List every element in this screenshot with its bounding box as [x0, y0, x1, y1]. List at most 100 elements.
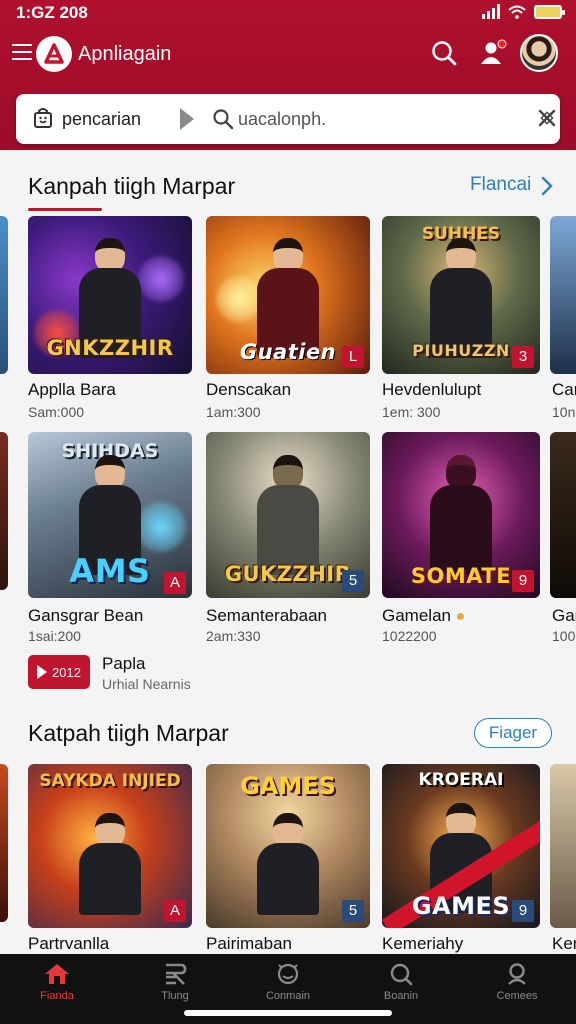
nav-label: Boanin: [383, 990, 419, 1002]
game-thumbnail: SAYKDA INJIED A: [28, 764, 192, 928]
nav-label: Cemees: [496, 990, 538, 1002]
app-title: Apnliagain: [78, 43, 172, 65]
rating-badge: 9: [512, 900, 534, 922]
ranking-icon: [166, 963, 187, 985]
game-title: Kemeriahy: [382, 934, 464, 953]
rating-badge: 5: [342, 570, 364, 592]
game-title: Pairimaban: [206, 934, 292, 953]
app-bar: Apnliagain: [0, 30, 576, 78]
game-title: Semanterabaan: [206, 606, 327, 625]
game-title: Applla Bara: [28, 380, 116, 399]
game-title: Gar: [552, 606, 576, 625]
game-card[interactable]: Guatien L Denscakan 1am:300: [206, 216, 370, 426]
play-icon: [37, 665, 47, 679]
partial-card-right[interactable]: [550, 216, 576, 374]
promo-title: Papla: [102, 654, 146, 673]
chevron-right-icon[interactable]: [540, 176, 554, 196]
partial-card-left[interactable]: [0, 216, 8, 374]
status-time: 1:GZ 208: [16, 3, 88, 22]
search-category[interactable]: pencarian: [62, 109, 141, 130]
game-meta: 1sai:200: [28, 628, 81, 644]
shopping-bag-icon: [34, 108, 52, 128]
search-icon: [213, 109, 234, 130]
nav-label: Tlung: [161, 990, 189, 1002]
search-bar[interactable]: pencarian: [16, 94, 560, 144]
app-logo: [36, 36, 72, 72]
game-title: Partrvanlla: [28, 934, 110, 953]
game-meta: 100: [552, 628, 576, 644]
game-card[interactable]: SHIHDAS AMS A Gansgrar Bean 1sai:200: [28, 432, 192, 644]
promo-item[interactable]: 2012 Papla Urhial Nearnis: [28, 654, 228, 694]
game-thumbnail: GUKZZHIR 5: [206, 432, 370, 598]
community-icon: [277, 963, 299, 985]
game-title: Gansgrar Bean: [28, 606, 144, 625]
game-thumbnail: SOMATE 9: [382, 432, 540, 598]
game-title: Denscakan: [206, 380, 292, 399]
nav-label: Fianda: [40, 990, 74, 1002]
status-bar: 1:GZ 208: [0, 0, 576, 26]
game-meta: 1em: 300: [382, 404, 441, 420]
game-card[interactable]: GAMES 5 Pairimaban: [206, 764, 370, 954]
new-dot-icon: [456, 613, 464, 621]
logo-mark-icon: [44, 43, 64, 64]
app-header: 1:GZ 208 Apnliagain pencarian uacalonph.: [0, 0, 576, 150]
game-thumbnail: GAMES 5: [206, 764, 370, 928]
game-title: Car: [552, 380, 576, 399]
game-title-text: Gamelan: [382, 606, 451, 625]
home-icon: [45, 964, 69, 984]
game-thumbnail: Guatien L: [206, 216, 370, 374]
nav-label: Conmain: [265, 990, 311, 1002]
partial-card-right[interactable]: [550, 432, 576, 598]
user-alert-icon[interactable]: [478, 38, 508, 68]
rating-badge: A: [164, 572, 186, 594]
nav-item-home[interactable]: Fianda: [12, 962, 102, 1010]
rating-badge: L: [342, 346, 364, 368]
game-meta: 1022200: [382, 628, 437, 644]
signal-icon: [482, 4, 500, 19]
games-icon: [508, 963, 526, 985]
clear-icon[interactable]: [536, 107, 558, 129]
play-button[interactable]: 2012: [28, 655, 90, 689]
game-title: Gamelan: [382, 606, 464, 626]
game-card[interactable]: GUKZZHIR 5 Semanterabaan 2am:330: [206, 432, 370, 644]
game-meta: Sam:000: [28, 404, 85, 420]
nav-item-ranking[interactable]: Tlung: [130, 962, 220, 1010]
search-icon: [390, 963, 413, 986]
game-thumbnail: SHIHDAS AMS A: [28, 432, 192, 598]
game-title: Hevdenlulupt: [382, 380, 482, 399]
game-card[interactable]: SUHHES PIUHUZZN 3 Hevdenlulupt 1em: 300: [382, 216, 546, 426]
game-logo-top: KROERAI: [418, 770, 504, 790]
game-logo-top: GAMES: [240, 772, 336, 800]
promo-subtitle: Urhial Nearnis: [102, 676, 191, 692]
game-thumbnail: SUHHES PIUHUZZN 3: [382, 216, 540, 374]
title-underline: [28, 208, 102, 211]
see-more-button[interactable]: Fiager: [474, 718, 552, 748]
play-button-label: 2012: [52, 665, 81, 680]
game-card[interactable]: SOMATE 9 Gamelan 1022200: [382, 432, 546, 644]
search-icon[interactable]: [430, 39, 458, 67]
partial-card-left[interactable]: [0, 764, 8, 922]
nav-item-games[interactable]: Cemees: [472, 962, 562, 1010]
see-more-link[interactable]: Flancai: [470, 174, 531, 196]
menu-icon[interactable]: [12, 44, 32, 62]
game-logo: GNKZZHIR: [46, 336, 174, 360]
home-indicator: [184, 1010, 392, 1016]
nav-item-search[interactable]: Boanin: [356, 962, 446, 1010]
game-card[interactable]: GNKZZHIR Applla Bara Sam:000: [28, 216, 192, 426]
game-card[interactable]: SAYKDA INJIED A Partrvanlla: [28, 764, 192, 954]
nav-item-community[interactable]: Conmain: [243, 962, 333, 1010]
game-meta: 10n: [552, 404, 576, 420]
game-card[interactable]: KROERAI GAMES 9 Kemeriahy: [382, 764, 546, 954]
rating-badge: A: [164, 900, 186, 922]
partial-card-right[interactable]: [550, 764, 576, 928]
search-input[interactable]: [238, 107, 508, 131]
category-arrow-icon[interactable]: [180, 108, 194, 130]
game-meta: 1am:300: [206, 404, 261, 420]
avatar[interactable]: [520, 34, 558, 72]
partial-card-left[interactable]: [0, 432, 8, 590]
game-title: Ker: [552, 934, 576, 953]
section-title: Kanpah tiigh Marpar: [28, 173, 236, 199]
wifi-icon: [508, 5, 526, 19]
game-thumbnail: KROERAI GAMES 9: [382, 764, 540, 928]
game-thumbnail: GNKZZHIR: [28, 216, 192, 374]
